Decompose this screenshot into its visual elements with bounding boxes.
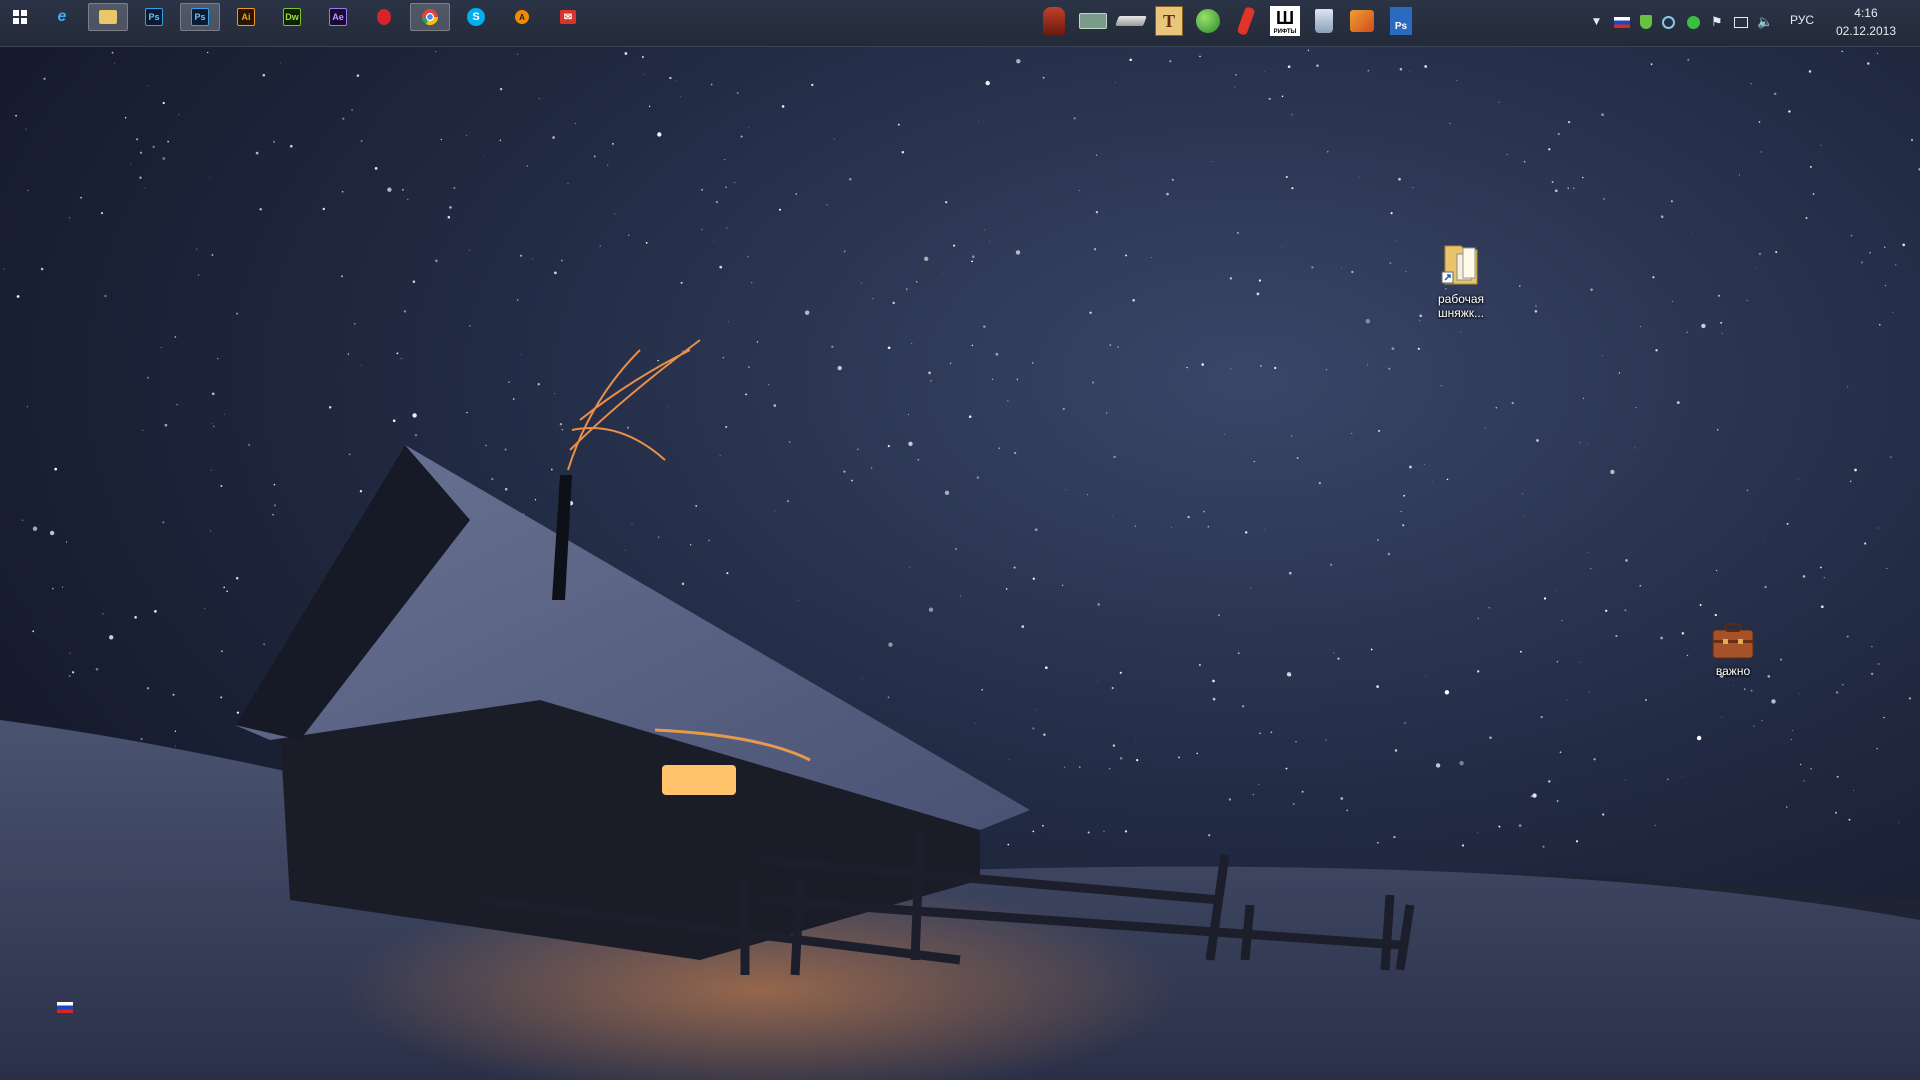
scanner-icon: [1079, 13, 1107, 29]
volume-icon: 🔈: [1757, 14, 1774, 30]
sync-icon: [1662, 15, 1675, 29]
clock-time: 4:16: [1854, 6, 1878, 20]
illustrator-icon: Ai: [237, 8, 255, 26]
internet-explorer-icon: e: [57, 8, 67, 25]
language-indicator[interactable]: РУС: [1790, 13, 1814, 27]
taskbar-app-opera[interactable]: [364, 3, 404, 31]
cabin-window-light: [662, 765, 736, 795]
tray-sync[interactable]: [1662, 12, 1675, 32]
dreamweaver-icon: Dw: [283, 8, 301, 26]
taskbar-app-dreamweaver[interactable]: Dw: [272, 3, 312, 31]
desktop-wallpaper: [0, 0, 1920, 1080]
font-t-icon: T: [1155, 6, 1183, 36]
warrior-game-icon: [1043, 7, 1065, 35]
flag-icon: ⚑: [1711, 14, 1723, 30]
quicklaunch-fonts[interactable]: Ш РИФТЫ: [1268, 4, 1302, 38]
quicklaunch-paint[interactable]: [1345, 4, 1379, 38]
paint-icon: [1350, 10, 1374, 32]
russian-flag-icon: [1614, 16, 1630, 28]
tray-expand-icon: ▼: [1593, 17, 1600, 27]
quicklaunch-red-tool[interactable]: [1229, 4, 1263, 38]
clock-date: 02.12.2013: [1835, 24, 1896, 38]
taskbar-app-avast[interactable]: A: [502, 3, 542, 31]
fonts-icon-glyph: Ш: [1275, 7, 1295, 28]
tray-shield[interactable]: [1640, 12, 1652, 32]
recycle-bin-icon: [1315, 9, 1333, 33]
desktop-icon-label: важно: [1715, 664, 1751, 678]
taskbar-app-chrome[interactable]: [410, 3, 450, 31]
green-status-icon: [1687, 15, 1700, 29]
after-effects-icon: Ae: [329, 8, 347, 26]
network-icon: [1734, 16, 1748, 28]
tray-action-center[interactable]: ⚑: [1711, 12, 1723, 32]
taskbar-app-internet-explorer[interactable]: e: [42, 3, 82, 31]
red-tool-icon: [1236, 6, 1256, 36]
windows-start-icon: [13, 10, 27, 24]
quicklaunch-photoshop-doc[interactable]: Ps: [1384, 4, 1418, 38]
photoshop-doc-icon: Ps: [1390, 7, 1412, 35]
shield-icon: [1640, 15, 1652, 29]
opera-icon: [377, 9, 391, 25]
tray-expand[interactable]: ▼: [1593, 12, 1600, 32]
globe-icon: [1196, 9, 1220, 33]
start-button[interactable]: [0, 3, 40, 31]
tray-network[interactable]: [1734, 12, 1748, 32]
desktop-icon-important[interactable]: важно: [1691, 620, 1775, 678]
quicklaunch-drive[interactable]: [1114, 4, 1148, 38]
fonts-shrifty-icon: Ш РИФТЫ: [1270, 6, 1300, 36]
taskbar-app-illustrator[interactable]: Ai: [226, 3, 266, 31]
desktop-language-indicator[interactable]: [57, 1002, 73, 1013]
chrome-icon: [421, 9, 439, 26]
taskbar-app-file-explorer[interactable]: [88, 3, 128, 31]
taskbar-app-photoshop-1[interactable]: Ps: [134, 3, 174, 31]
quicklaunch-globe[interactable]: [1191, 4, 1225, 38]
russian-flag-icon: [57, 1002, 73, 1013]
avast-icon: A: [515, 10, 529, 24]
desktop-icon-work-folder[interactable]: рабочая шняжк...: [1419, 240, 1503, 320]
drive-icon: [1115, 16, 1147, 26]
taskbar-app-after-effects[interactable]: Ae: [318, 3, 358, 31]
folder-shortcut-icon: [1441, 245, 1478, 285]
quicklaunch-recycle-bin[interactable]: [1307, 4, 1341, 38]
skype-icon: S: [467, 8, 485, 26]
taskbar-app-skype[interactable]: S: [456, 3, 496, 31]
quicklaunch-scanner[interactable]: [1076, 4, 1110, 38]
folder-icon: [99, 10, 117, 24]
tray-language-flag[interactable]: [1614, 12, 1630, 32]
desktop-icon-label: рабочая шняжк...: [1437, 292, 1485, 320]
tray-volume[interactable]: 🔈: [1757, 12, 1773, 32]
mail-icon: ✉: [560, 10, 576, 24]
tray-green-status[interactable]: [1687, 12, 1700, 32]
photoshop-icon: Ps: [191, 8, 209, 26]
taskbar: e Ps Ps Ai Dw Ae S A ✉ T Ш РИФТЫ Ps ▼ ⚑ …: [0, 0, 1920, 47]
fonts-icon-caption: РИФТЫ: [1273, 28, 1297, 35]
clock[interactable]: 4:16 02.12.2013: [1836, 4, 1896, 40]
quicklaunch-font-t[interactable]: T: [1152, 4, 1186, 38]
quicklaunch-warrior-game[interactable]: [1037, 4, 1071, 38]
taskbar-app-mail[interactable]: ✉: [548, 3, 588, 31]
briefcase-icon: [1712, 623, 1754, 659]
photoshop-icon: Ps: [145, 8, 163, 26]
taskbar-app-photoshop-2[interactable]: Ps: [180, 3, 220, 31]
